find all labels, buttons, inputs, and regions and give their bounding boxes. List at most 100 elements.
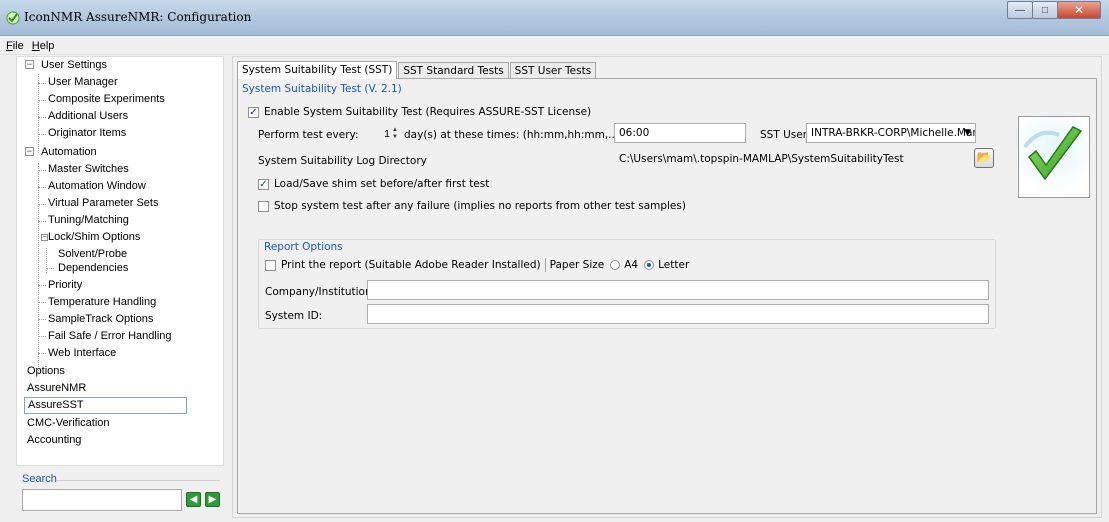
print-report-checkbox[interactable]: Print the report (Suitable Adobe Reader … [265,258,689,272]
spinner-arrows-icon[interactable]: ▲ ▼ [392,127,398,141]
tree-connector [38,221,46,222]
print-report-box[interactable] [265,259,276,271]
test-interval-value[interactable]: 1 [376,128,390,140]
company-label: Company/Institution: [265,286,376,298]
tree-item-virtual-parameter-sets[interactable]: Virtual Parameter Sets [48,195,158,212]
tree-item-additional-users[interactable]: Additional Users [48,108,128,125]
tree-connector [38,285,46,286]
sst-tab-content: System Suitability Test (V. 2.1) ✓ Enabl… [237,78,1097,514]
load-save-shim-check-icon[interactable]: ✓ [258,178,269,190]
load-save-shim-label: Load/Save shim set before/after first te… [274,178,490,190]
paper-size-divider [544,258,546,272]
print-report-label: Print the report (Suitable Adobe Reader … [281,259,541,271]
log-directory-path: C:\Users\mam\.topspin-MAMLAP\SystemSuita… [614,149,970,169]
tree-connector [38,319,46,320]
tree-item-assuresst[interactable]: AssureSST [24,397,187,414]
browse-folder-icon[interactable]: 📂 [974,148,994,168]
test-times-input[interactable]: 06:00 [614,123,746,143]
close-button[interactable]: ✕ [1057,1,1101,19]
menu-file[interactable]: File [6,40,24,52]
collapse-automation-icon[interactable]: − [25,147,34,156]
company-input[interactable] [367,280,989,300]
app-icon [6,11,20,25]
paper-a4-radio[interactable] [610,260,621,270]
tree-connector [38,353,46,354]
tree-item-user-settings[interactable]: User Settings [41,57,107,74]
system-id-label: System ID: [265,310,323,322]
tree-item-web-interface[interactable]: Web Interface [48,345,116,362]
enable-sst-label: Enable System Suitability Test (Requires… [264,106,592,118]
stop-on-failure-box[interactable] [258,200,269,212]
paper-a4-label[interactable]: A4 [624,259,638,271]
window-controls: — □ ✕ [1007,1,1101,19]
load-save-shim-checkbox[interactable]: ✓ Load/Save shim set before/after first … [258,178,489,190]
dropdown-arrow-icon[interactable]: ▼ [964,124,971,142]
search-input[interactable] [22,489,182,511]
enable-sst-check-icon[interactable]: ✓ [248,106,259,118]
spin-up-icon[interactable]: ▲ [392,127,398,134]
tree-item-composite-experiments[interactable]: Composite Experiments [48,91,165,108]
tree-item-temperature-handling[interactable]: Temperature Handling [48,294,156,311]
main-panel: System Suitability Test (SST) SST Standa… [232,56,1102,518]
tree-item-user-manager[interactable]: User Manager [48,74,118,91]
tree-connector [38,134,46,135]
tree-connector [38,100,46,101]
tab-strip: System Suitability Test (SST) SST Standa… [237,61,597,79]
tree-item-lock-shim-options[interactable]: Lock/Shim Options [48,229,140,246]
sst-user-select[interactable]: INTRA-BRKR-CORP\Michelle.Mark ▼ [806,123,976,143]
tree-connector [38,170,46,171]
test-interval-spinner[interactable]: 1 ▲ ▼ [376,124,398,144]
tree-connector [38,117,46,118]
maximize-button[interactable]: □ [1032,1,1058,19]
tab-sst-user-tests[interactable]: SST User Tests [509,62,597,79]
tree-item-accounting[interactable]: Accounting [27,432,81,449]
tree-item-automation[interactable]: Automation [41,144,97,161]
report-options-group: Report Options Print the report (Suitabl… [258,239,996,329]
collapse-user-settings-icon[interactable]: − [25,60,34,69]
paper-letter-label[interactable]: Letter [658,259,689,271]
search-separator [56,480,220,481]
tree-item-tuning-matching[interactable]: Tuning/Matching [48,212,129,229]
log-directory-label: System Suitability Log Directory [258,155,427,167]
tab-sst-standard-tests[interactable]: SST Standard Tests [398,62,509,79]
enable-sst-checkbox[interactable]: ✓ Enable System Suitability Test (Requir… [248,106,591,118]
sst-user-label: SST User [760,129,808,141]
perform-test-label: Perform test every: [258,129,359,141]
sst-logo [1018,116,1090,198]
tree-item-originator-items[interactable]: Originator Items [48,125,126,142]
tree-item-options[interactable]: Options [27,363,65,380]
tree-item-sampletrack-options[interactable]: SampleTrack Options [48,311,153,328]
tree-item-solvent-probe-line2[interactable]: Dependencies [58,260,128,277]
stop-on-failure-label: Stop system test after any failure (impl… [274,200,686,212]
menu-bar: File Help [0,37,1109,55]
paper-letter-radio[interactable] [644,260,655,270]
search-previous-icon[interactable]: ◀ [186,492,201,507]
search-next-icon[interactable]: ▶ [205,492,220,507]
sst-user-value: INTRA-BRKR-CORP\Michelle.Mark [811,127,976,139]
tree-connector [46,268,54,269]
tree-item-priority[interactable]: Priority [48,277,82,294]
collapse-lock-shim-icon[interactable]: − [41,234,48,241]
menu-help[interactable]: Help [32,40,55,52]
tree-connector [38,163,39,373]
minimize-button[interactable]: — [1007,1,1033,19]
window-title: IconNMR AssureNMR: Configuration [24,10,252,24]
tree-item-fail-safe[interactable]: Fail Safe / Error Handling [48,328,172,345]
system-id-input[interactable] [367,304,989,324]
tree-item-automation-window[interactable]: Automation Window [48,178,146,195]
checkmark-logo-icon [1019,117,1089,197]
tree-item-master-switches[interactable]: Master Switches [48,161,129,178]
tab-system-suitability-test[interactable]: System Suitability Test (SST) [237,61,398,79]
tree-connector [38,83,46,84]
search-group: Search ◀ ▶ [16,470,224,520]
tree-connector [38,74,39,153]
stop-on-failure-checkbox[interactable]: Stop system test after any failure (impl… [258,200,686,212]
search-label: Search [22,473,57,485]
spin-down-icon[interactable]: ▼ [392,134,398,141]
title-bar: IconNMR AssureNMR: Configuration — □ ✕ [0,0,1109,36]
tree-connector [38,336,46,337]
report-options-title: Report Options [264,241,343,253]
settings-tree: − User Settings User Manager Composite E… [16,56,224,466]
tree-item-assurenmr[interactable]: AssureNMR [27,380,86,397]
tree-item-cmc-verification[interactable]: CMC-Verification [27,415,110,432]
